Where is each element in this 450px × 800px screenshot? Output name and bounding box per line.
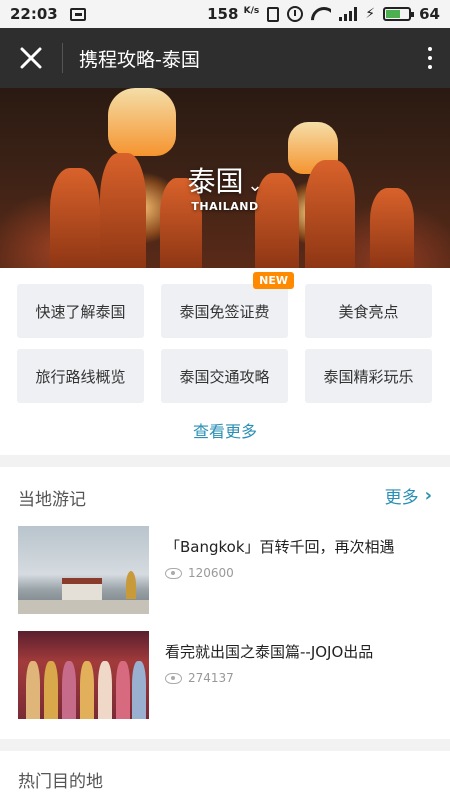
eye-icon (165, 672, 182, 684)
status-indicators: 158 K/s ⚡ 64 (207, 5, 440, 23)
notification-icon (69, 7, 86, 21)
section-heading: 热门目的地 (18, 772, 103, 792)
title-divider (62, 43, 63, 73)
quick-link-label: 美食亮点 (338, 302, 399, 321)
more-options-button[interactable] (410, 28, 450, 88)
new-badge: NEW (253, 272, 294, 289)
see-more-link[interactable]: 查看更多 (0, 418, 450, 442)
diary-thumbnail (18, 631, 149, 719)
quick-link-food[interactable]: 美食亮点 (305, 284, 432, 338)
quick-link-label: 泰国免签证费 (179, 302, 270, 321)
view-count: 274137 (165, 671, 234, 685)
status-bar: 22:03 158 K/s ⚡ 64 (0, 0, 450, 28)
network-speed: 158 K/s (207, 5, 260, 23)
battery-icon (383, 7, 415, 21)
diary-list-item[interactable]: 「Bangkok」百转千回，再次相遇 120600 (18, 526, 432, 614)
local-diaries-section: 当地游记 更多 › 「Bangkok」百转千回，再次相遇 120600 看完就出国… (0, 467, 450, 739)
more-vertical-icon (428, 47, 432, 51)
alarm-icon (287, 6, 304, 22)
quick-link-label: 快速了解泰国 (35, 302, 126, 321)
destination-subtitle: THAILAND (191, 200, 259, 213)
eye-icon (165, 567, 182, 579)
hero-banner[interactable]: 泰国 ⌄ THAILAND (0, 88, 450, 268)
wifi-icon (311, 7, 331, 21)
more-diaries-link[interactable]: 更多 › (385, 483, 432, 508)
section-heading: 当地游记 (18, 490, 86, 510)
quick-link-overview[interactable]: 快速了解泰国 (17, 284, 144, 338)
lantern-image (108, 88, 176, 156)
diary-title: 「Bangkok」百转千回，再次相遇 (165, 538, 395, 556)
status-time: 22:03 (10, 5, 58, 23)
diary-title: 看完就出国之泰国篇--JOJO出品 (165, 643, 374, 661)
quick-link-label: 泰国交通攻略 (179, 367, 270, 386)
quick-link-label: 旅行路线概览 (35, 367, 126, 386)
diary-thumbnail (18, 526, 149, 614)
chevron-down-icon: ⌄ (247, 175, 263, 196)
signal-icon (339, 7, 358, 21)
diary-list-item[interactable]: 看完就出国之泰国篇--JOJO出品 274137 (18, 631, 432, 719)
page-title: 携程攻略-泰国 (79, 48, 200, 71)
quick-links-section: 快速了解泰国 泰国免签证费 NEW 美食亮点 旅行路线概览 泰国交通攻略 泰国精彩… (0, 268, 450, 455)
chevron-right-icon: › (424, 485, 432, 506)
popular-destinations-section: 热门目的地 (0, 751, 450, 800)
quick-link-transport[interactable]: 泰国交通攻略 (161, 349, 288, 403)
destination-selector[interactable]: 泰国 ⌄ (0, 160, 450, 200)
quick-link-activities[interactable]: 泰国精彩玩乐 (305, 349, 432, 403)
battery-level: 64 (419, 5, 440, 23)
quick-link-visa[interactable]: 泰国免签证费 NEW (161, 272, 294, 338)
close-button[interactable] (0, 28, 62, 88)
quick-link-routes[interactable]: 旅行路线概览 (17, 349, 144, 403)
quick-link-label: 泰国精彩玩乐 (323, 367, 414, 386)
vibrate-icon (267, 6, 280, 22)
close-icon (20, 47, 42, 69)
charging-icon: ⚡ (365, 6, 376, 22)
view-count: 120600 (165, 566, 234, 580)
title-bar: 携程攻略-泰国 (0, 28, 450, 88)
